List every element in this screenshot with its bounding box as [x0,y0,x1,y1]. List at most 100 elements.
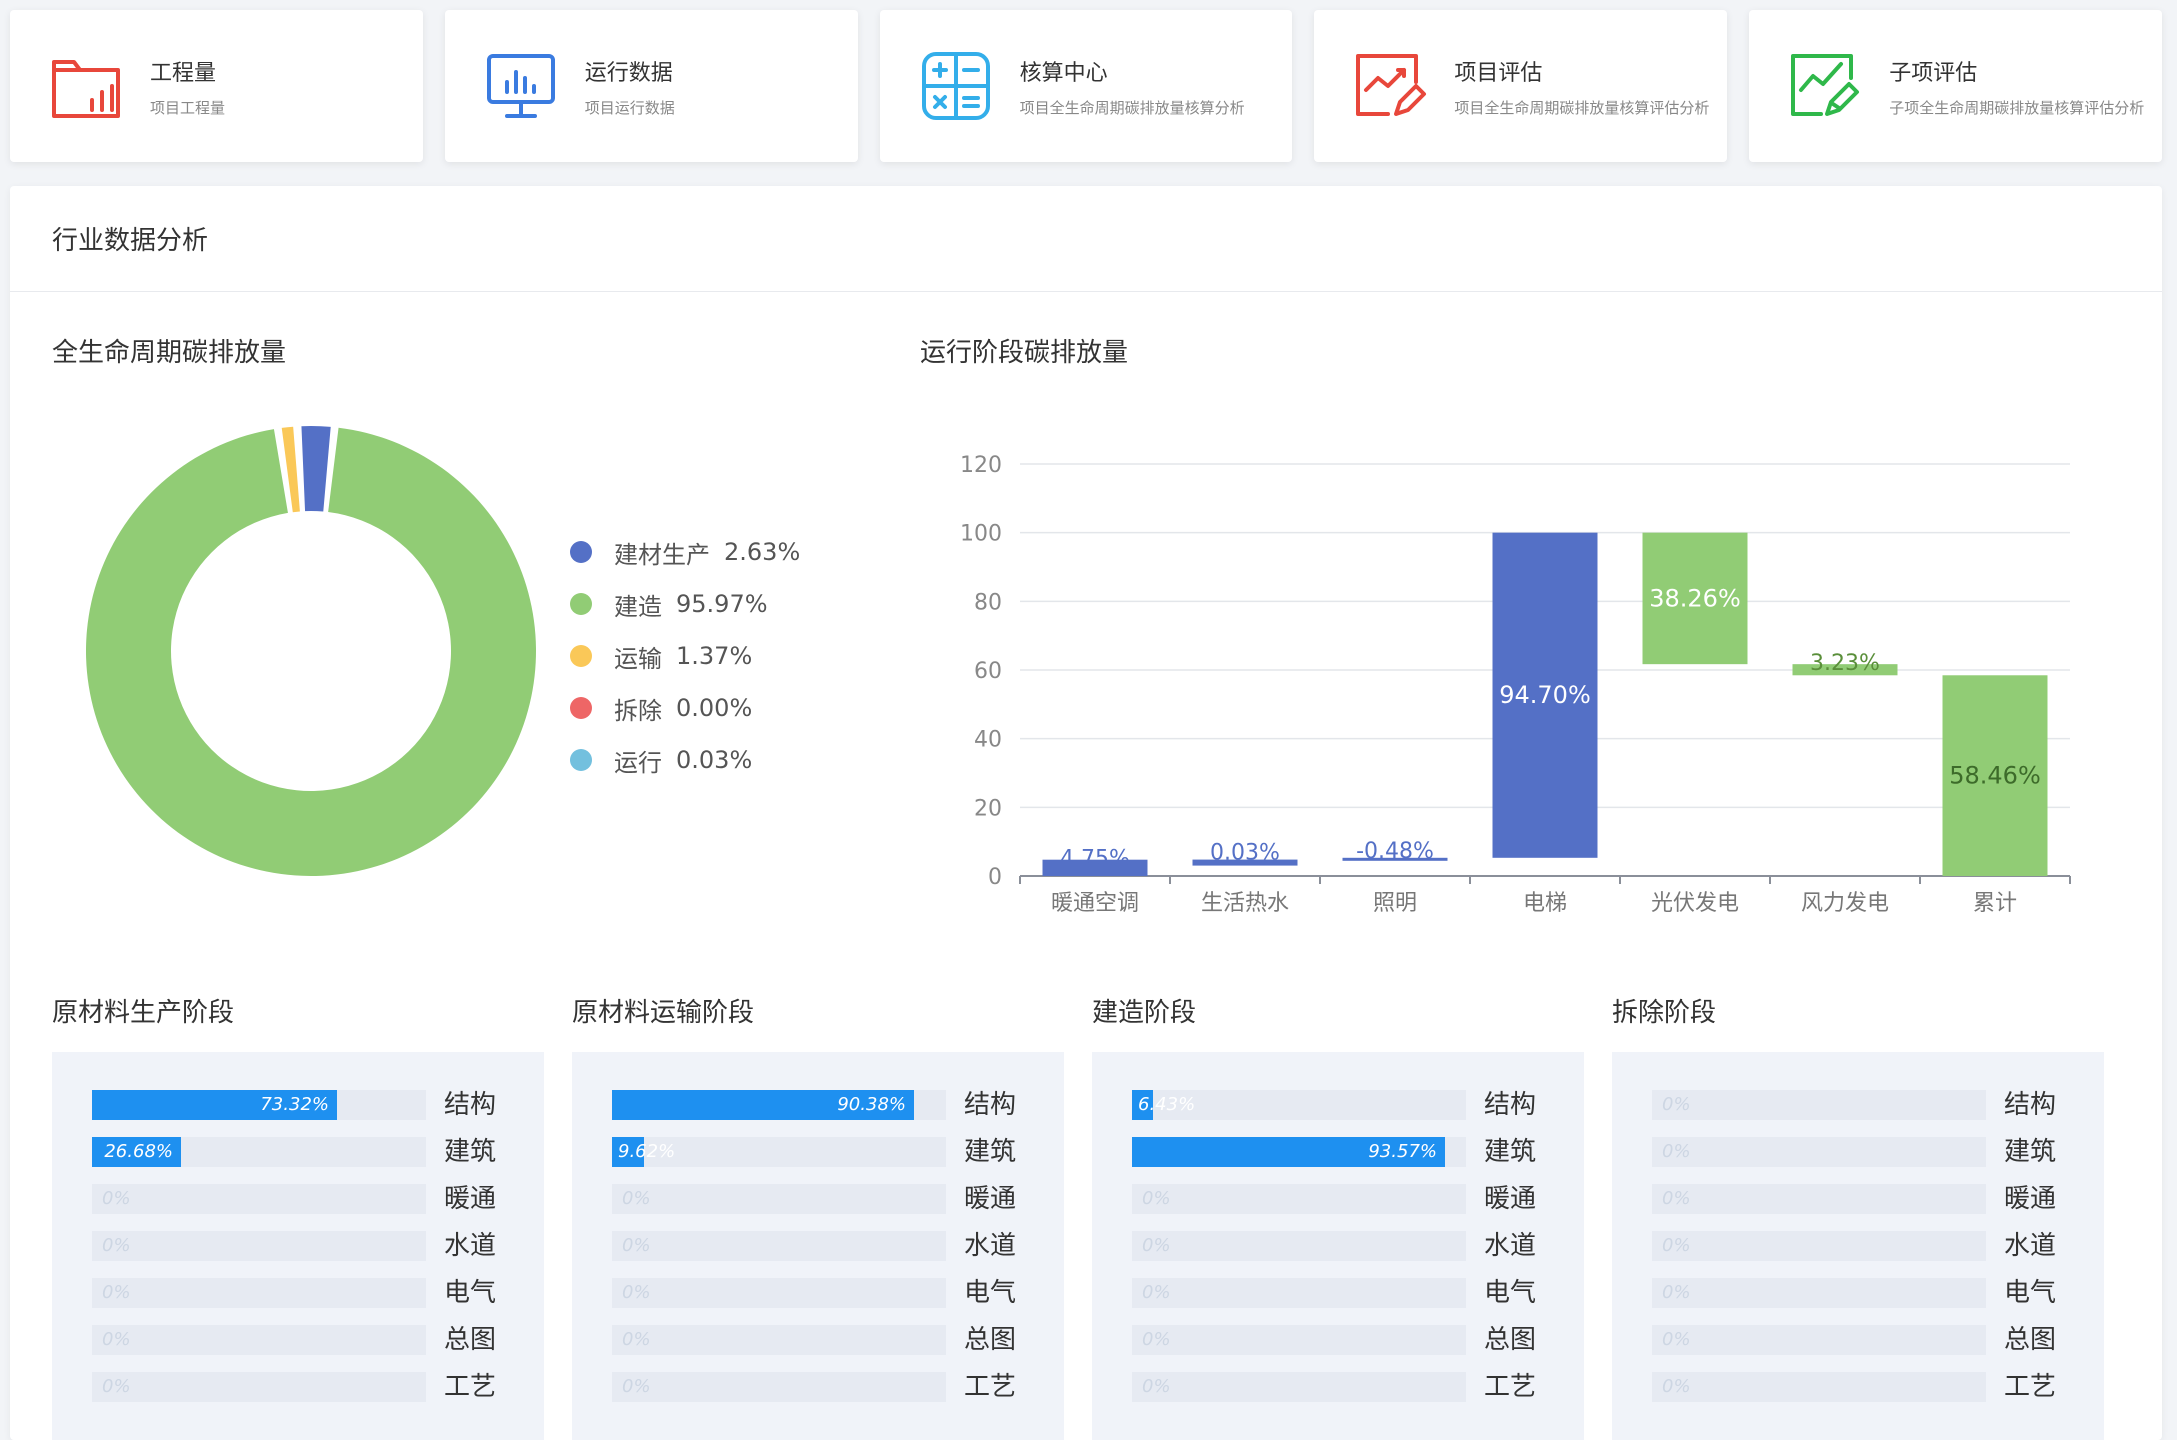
bar-percent: 0% [1662,1282,1691,1303]
stage-bar-row: 0% 电气 [1132,1278,1584,1308]
bar-track: 0% [1132,1184,1466,1214]
stage-bar-row: 0% 暖通 [612,1184,1064,1214]
stage-bar-row: 9.62% 建筑 [612,1137,1064,1167]
bar-category-label: 建筑 [964,1137,1017,1167]
bar-category-label: 建筑 [2004,1137,2057,1167]
bar-percent: 0% [622,1329,651,1350]
data-label: 58.46% [1949,762,2041,790]
calculator-icon [918,48,994,124]
legend-label: 建造 [614,592,662,621]
bar-category-label: 总图 [444,1325,497,1355]
bar-percent: 0% [1662,1376,1691,1397]
card-quantities[interactable]: 工程量 项目工程量 [10,10,423,162]
bar-percent: 0% [622,1235,651,1256]
x-tick-label: 风力发电 [1801,891,1889,916]
legend-label: 运行 [614,748,662,777]
bar-category-label: 工艺 [444,1372,497,1402]
bar-category-label: 水道 [964,1231,1017,1261]
legend-value: 1.37% [676,642,753,670]
stage-bar-row: 0% 电气 [92,1278,544,1308]
stage-bar-row: 0% 水道 [1652,1231,2104,1261]
bar-track: 0% [92,1184,426,1214]
stage-bar-row: 0% 工艺 [1652,1372,2104,1402]
bar-category-label: 总图 [964,1325,1017,1355]
card-title: 项目评估 [1454,60,1543,86]
card-subitem-evaluation[interactable]: 子项评估 子项全生命周期碳排放量核算评估分析 [1749,10,2162,162]
donut-slice-建材生产[interactable] [301,426,331,512]
x-tick-label: 生活热水 [1201,891,1289,916]
y-tick-label: 80 [974,590,1002,615]
legend-item[interactable]: 运行 0.03% [570,734,800,786]
bar-track: 0% [92,1231,426,1261]
legend-value: 95.97% [676,590,768,618]
legend-label: 拆除 [614,696,662,725]
bar-percent: 73.32% [260,1094,329,1115]
stage-bar-row: 0% 总图 [612,1325,1064,1355]
y-tick-label: 120 [960,453,1002,478]
bar-percent: 0% [1142,1235,1171,1256]
bar-percent: 0% [102,1376,131,1397]
card-operation-data[interactable]: 运行数据 项目运行数据 [444,10,858,162]
bar-percent: 0% [622,1376,651,1397]
bar-category-label: 暖通 [2004,1184,2057,1214]
stage-title-demolition: 拆除阶段 [1612,998,1717,1028]
legend-item[interactable]: 拆除 0.00% [570,682,800,734]
bar-category-label: 结构 [444,1090,497,1120]
stage-bar-row: 0% 暖通 [92,1184,544,1214]
legend-item[interactable]: 运输 1.37% [570,630,800,682]
bar-category-label: 建筑 [444,1137,497,1167]
bar-category-label: 电气 [1484,1278,1537,1308]
card-title: 运行数据 [584,60,673,86]
data-label: 0.03% [1210,841,1280,866]
y-tick-label: 20 [974,796,1002,821]
bar-category-label: 结构 [2004,1090,2057,1120]
bar-category-label: 电气 [2004,1278,2057,1308]
stage-bar-row: 0% 水道 [92,1231,544,1261]
bar-track: 93.57% [1132,1137,1466,1167]
bar-category-label: 工艺 [1484,1372,1537,1402]
panel-title: 行业数据分析 [10,186,2162,292]
bar-category-label: 水道 [1484,1231,1537,1261]
bar-percent: 0% [102,1188,131,1209]
bar-percent: 0% [1662,1235,1691,1256]
bar-category-label: 电气 [964,1278,1017,1308]
bar-percent: 0% [622,1188,651,1209]
card-accounting-center[interactable]: 核算中心 项目全生命周期碳排放量核算分析 [879,10,1293,162]
bar-track: 0% [1652,1278,1986,1308]
bar-track: 90.38% [612,1090,946,1120]
stage-bar-row: 0% 水道 [1132,1231,1584,1261]
stage-block-construction: 6.43% 结构 93.57% 建筑 0% 暖通 0% 水道 0% 电气 0% 总图 0% 工艺 [1092,1052,1584,1440]
legend-label: 运输 [614,644,662,673]
legend-label: 建材生产 [614,540,710,569]
bar-track: 0% [1652,1325,1986,1355]
bar-track: 0% [612,1278,946,1308]
legend-item[interactable]: 建造 95.97% [570,578,800,630]
lifecycle-title: 全生命周期碳排放量 [52,338,287,368]
bar-track: 0% [1132,1278,1466,1308]
bar-track: 0% [1132,1325,1466,1355]
card-project-evaluation[interactable]: 项目评估 项目全生命周期碳排放量核算评估分析 [1314,10,1728,162]
bar-track: 0% [612,1231,946,1261]
data-label: 3.23% [1810,651,1880,676]
x-tick-label: 累计 [1973,891,2017,916]
industry-analysis-panel: 行业数据分析 全生命周期碳排放量 运行阶段碳排放量 建材生产 2.63% 建造 95.… [10,186,2162,1440]
card-title: 核算中心 [1019,60,1108,86]
bar-percent: 0% [1142,1282,1171,1303]
stage-bar-row: 0% 电气 [612,1278,1064,1308]
bar-category-label: 电气 [444,1278,497,1308]
legend-dot-icon [570,645,592,667]
bar-track: 0% [1652,1372,1986,1402]
legend-value: 0.03% [676,746,753,774]
y-tick-label: 0 [988,865,1002,890]
stage-title-material-transport: 原材料运输阶段 [572,998,755,1028]
legend-item[interactable]: 建材生产 2.63% [570,526,800,578]
card-subtitle: 子项全生命周期碳排放量核算评估分析 [1889,98,2145,117]
lifecycle-legend: 建材生产 2.63% 建造 95.97% 运输 1.37% 拆除 0.00% 运行 0.03% [570,526,800,786]
y-tick-label: 60 [974,659,1002,684]
card-subtitle: 项目全生命周期碳排放量核算分析 [1019,98,1245,117]
bar-track: 0% [92,1325,426,1355]
data-label: 94.70% [1499,681,1591,709]
bar-track: 73.32% [92,1090,426,1120]
bar-track: 0% [1132,1372,1466,1402]
stage-bar-row: 0% 工艺 [1132,1372,1584,1402]
